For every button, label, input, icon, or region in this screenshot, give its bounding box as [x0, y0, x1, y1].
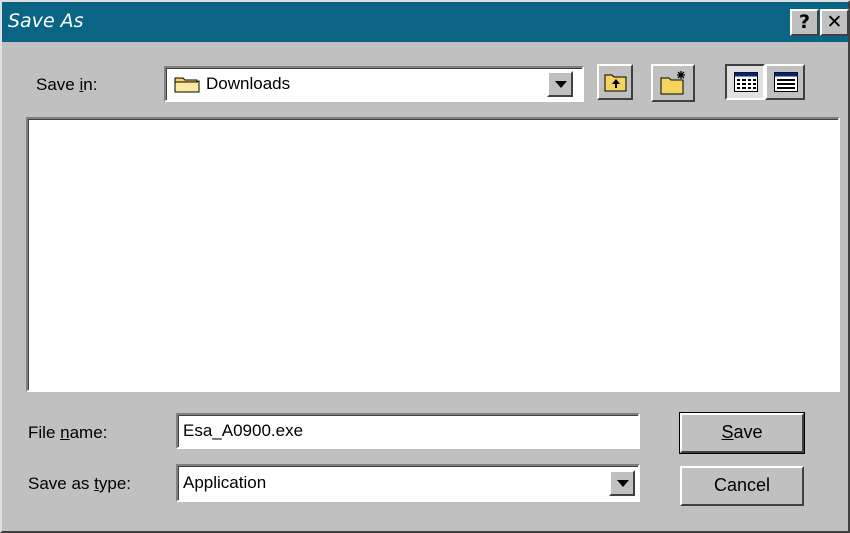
- details-view-icon: [774, 72, 798, 92]
- details-view-button[interactable]: [765, 64, 805, 100]
- title-bar[interactable]: Save As ? ✕: [2, 2, 849, 42]
- save-as-type-combo[interactable]: Application: [176, 464, 640, 502]
- close-button[interactable]: ✕: [820, 9, 849, 36]
- dialog-title: Save As: [8, 10, 84, 32]
- save-button[interactable]: Save: [679, 412, 805, 454]
- file-list-view[interactable]: [26, 117, 840, 392]
- list-view-button[interactable]: [725, 64, 765, 100]
- up-folder-icon: [604, 74, 627, 92]
- up-one-level-button[interactable]: [597, 64, 633, 100]
- cancel-button[interactable]: Cancel: [680, 466, 804, 506]
- save-in-value: Downloads: [206, 74, 291, 93]
- list-view-icon: [734, 72, 758, 92]
- new-folder-icon: [660, 71, 685, 95]
- save-as-type-dropdown-arrow[interactable]: [609, 470, 635, 496]
- save-as-type-value: Application: [183, 473, 267, 492]
- help-button[interactable]: ?: [790, 9, 819, 36]
- folder-icon: [174, 77, 200, 93]
- create-new-folder-button[interactable]: [651, 64, 695, 102]
- file-name-label: File name:: [28, 423, 108, 442]
- save-in-combo[interactable]: Downloads: [164, 66, 584, 102]
- save-as-type-label: Save as type:: [28, 474, 132, 493]
- save-in-dropdown-arrow[interactable]: [547, 71, 573, 97]
- save-in-label: Save in:: [36, 75, 98, 94]
- file-name-input[interactable]: Esa_A0900.exe: [176, 413, 640, 449]
- close-icon: ✕: [826, 11, 843, 33]
- file-name-value: Esa_A0900.exe: [183, 421, 304, 440]
